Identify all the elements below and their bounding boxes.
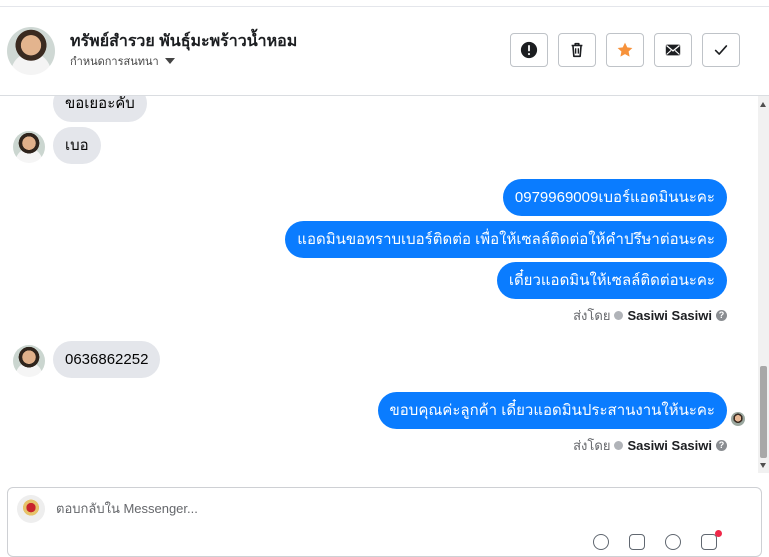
check-icon bbox=[714, 45, 728, 55]
spam-button[interactable] bbox=[510, 33, 548, 67]
caret-down-icon bbox=[164, 58, 175, 64]
message-outgoing: 0979969009เบอร์แอดมินนะคะ bbox=[502, 179, 727, 216]
scrollbar-thumb[interactable] bbox=[760, 366, 767, 458]
assign-conversation-dropdown[interactable]: กำหนดการสนทนา bbox=[70, 52, 175, 70]
sent-by-label: ส่งโดย Sasiwi Sasiwi ? bbox=[573, 435, 727, 456]
contact-name[interactable]: ทรัพย์สำรวย พันธุ์มะพร้าวน้ำหอม bbox=[70, 29, 297, 54]
conversation-header: ทรัพย์สำรวย พันธุ์มะพร้าวน้ำหอม กำหนดการ… bbox=[0, 7, 769, 96]
tag-icon[interactable] bbox=[701, 530, 722, 550]
trash-icon bbox=[571, 42, 583, 58]
verified-icon bbox=[614, 441, 624, 450]
header-actions bbox=[510, 33, 740, 67]
notification-dot bbox=[715, 530, 722, 537]
sender-name[interactable]: Sasiwi Sasiwi bbox=[627, 438, 712, 453]
page-avatar bbox=[17, 495, 45, 523]
message-incoming: ขอเยอะคับ bbox=[53, 96, 147, 122]
star-button[interactable] bbox=[606, 33, 644, 67]
scroll-up-icon[interactable] bbox=[760, 102, 766, 107]
envelope-icon bbox=[665, 44, 681, 56]
seen-avatar bbox=[731, 412, 745, 426]
customer-avatar[interactable] bbox=[13, 345, 45, 377]
sent-by-prefix: ส่งโดย bbox=[573, 308, 611, 323]
message-outgoing: เดี๋ยวแอดมินให้เซลล์ติดต่อนะคะ bbox=[496, 262, 727, 299]
delete-button[interactable] bbox=[558, 33, 596, 67]
scroll-down-icon[interactable] bbox=[760, 463, 766, 468]
help-icon[interactable]: ? bbox=[716, 310, 727, 321]
verified-icon bbox=[614, 311, 624, 320]
sent-by-label: ส่งโดย Sasiwi Sasiwi ? bbox=[573, 305, 727, 326]
conversation-thread[interactable]: ขอเยอะคับ เบอ 0979969009เบอร์แอดมินนะคะ … bbox=[0, 96, 758, 473]
customer-avatar[interactable] bbox=[13, 131, 45, 163]
reply-input[interactable] bbox=[56, 501, 656, 516]
exclamation-icon bbox=[520, 41, 538, 59]
assign-label: กำหนดการสนทนา bbox=[70, 56, 159, 68]
message-outgoing: ขอบคุณค่ะลูกค้า เดี๋ยวแอดมินประสานงานให้… bbox=[377, 392, 727, 429]
reply-composer bbox=[7, 487, 762, 557]
star-icon bbox=[617, 42, 633, 57]
message-outgoing: แอดมินขอทราบเบอร์ติดต่อ เพื่อให้เซลล์ติด… bbox=[285, 221, 727, 258]
message-incoming: 0636862252 bbox=[53, 341, 161, 378]
contact-avatar[interactable] bbox=[7, 27, 55, 75]
composer-tools bbox=[593, 530, 722, 550]
mark-done-button[interactable] bbox=[702, 33, 740, 67]
sender-name[interactable]: Sasiwi Sasiwi bbox=[627, 308, 712, 323]
message-incoming: เบอ bbox=[53, 127, 101, 164]
sent-by-prefix: ส่งโดย bbox=[573, 438, 611, 453]
emoji-icon[interactable] bbox=[665, 534, 681, 550]
conversation-scrollbar[interactable] bbox=[758, 96, 769, 473]
attachment-icon[interactable] bbox=[593, 534, 609, 550]
saved-reply-icon[interactable] bbox=[629, 534, 645, 550]
mark-unread-button[interactable] bbox=[654, 33, 692, 67]
help-icon[interactable]: ? bbox=[716, 440, 727, 451]
